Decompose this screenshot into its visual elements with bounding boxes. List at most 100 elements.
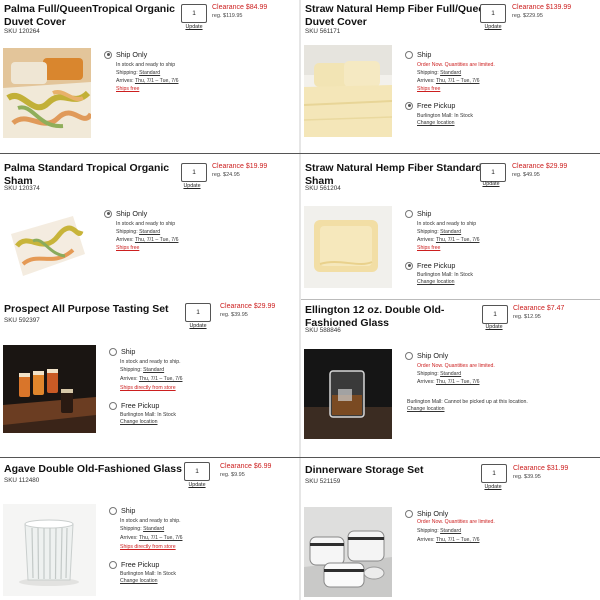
ship-option[interactable]: Ship Only: [104, 209, 147, 218]
arrival-window: Arrives: Thu, 7/1 – Tue, 7/6: [417, 78, 480, 84]
product-image[interactable]: [3, 48, 91, 138]
radio-selected-icon[interactable]: [104, 50, 112, 59]
quantity-input[interactable]: 1: [181, 4, 207, 23]
quantity-input[interactable]: 1: [181, 163, 207, 182]
pickup-option[interactable]: Free Pickup: [109, 401, 159, 410]
product-title[interactable]: Prospect All Purpose Tasting Set: [4, 303, 169, 316]
change-location-link[interactable]: Change location: [407, 406, 445, 413]
quantity-input[interactable]: 1: [184, 462, 210, 481]
radio-unselected-icon[interactable]: [109, 560, 117, 569]
ships-note[interactable]: Ships free: [116, 86, 139, 93]
quantity-input[interactable]: 1: [480, 163, 506, 182]
arrival-dates-link[interactable]: Thu, 7/1 – Tue, 7/6: [139, 535, 183, 541]
update-link[interactable]: Update: [474, 324, 514, 330]
product-image[interactable]: [304, 45, 392, 137]
ship-label: Ship: [417, 209, 432, 218]
product-image[interactable]: [304, 206, 392, 288]
product-image[interactable]: [3, 504, 96, 596]
cart-item-palma-sham: Palma Standard Tropical Organic Sham SKU …: [0, 159, 300, 299]
ship-option[interactable]: Ship Only: [405, 509, 448, 518]
product-sku: SKU 561171: [305, 28, 341, 35]
cart-item-agave-glass: Agave Double Old-Fashioned Glass SKU 112…: [0, 459, 300, 600]
radio-unselected-icon[interactable]: [405, 351, 413, 360]
clearance-price: Clearance $29.99: [220, 303, 276, 310]
ships-note[interactable]: Ships directly from store: [120, 385, 176, 392]
ships-note[interactable]: Ships free: [417, 245, 440, 252]
radio-unselected-icon[interactable]: [109, 347, 117, 356]
arrival-dates-link[interactable]: Thu, 7/1 – Tue, 7/6: [436, 78, 480, 84]
update-link[interactable]: Update: [178, 323, 218, 329]
shipping-method-link[interactable]: Standard: [440, 371, 461, 377]
update-link[interactable]: Update: [172, 183, 212, 189]
shipping-method-link[interactable]: Standard: [143, 526, 164, 532]
radio-unselected-icon[interactable]: [405, 209, 413, 218]
arrival-dates-link[interactable]: Thu, 7/1 – Tue, 7/6: [139, 376, 183, 382]
update-link[interactable]: Update: [473, 24, 513, 30]
pickup-option[interactable]: Free Pickup: [405, 101, 455, 110]
quantity-input[interactable]: 1: [481, 464, 507, 483]
clearance-price: Clearance $19.99: [212, 163, 268, 170]
change-location-link[interactable]: Change location: [417, 120, 455, 127]
ship-option[interactable]: Ship: [109, 347, 135, 356]
ship-option[interactable]: Ship: [405, 209, 431, 218]
arrival-window: Arrives: Thu, 7/1 – Tue, 7/6: [417, 537, 480, 543]
product-title[interactable]: Agave Double Old-Fashioned Glass: [4, 463, 182, 476]
pickup-status: Burlington Mall: Cannot be picked up at …: [407, 399, 528, 405]
shipping-method-link[interactable]: Standard: [143, 367, 164, 373]
arrival-dates-link[interactable]: Thu, 7/1 – Tue, 7/6: [436, 537, 480, 543]
shipping-method-link[interactable]: Standard: [139, 229, 160, 235]
update-link[interactable]: Update: [471, 181, 511, 187]
product-image[interactable]: [3, 206, 91, 286]
radio-unselected-icon[interactable]: [109, 401, 117, 410]
radio-selected-icon[interactable]: [405, 261, 413, 270]
change-location-link[interactable]: Change location: [120, 419, 158, 426]
ship-option[interactable]: Ship Only: [104, 50, 147, 59]
radio-unselected-icon[interactable]: [405, 50, 413, 59]
ship-option[interactable]: Ship: [405, 50, 431, 59]
arrival-dates-link[interactable]: Thu, 7/1 – Tue, 7/6: [436, 237, 480, 243]
radio-selected-icon[interactable]: [104, 209, 112, 218]
shipping-method: Shipping: Standard: [116, 70, 161, 76]
radio-selected-icon[interactable]: [405, 101, 413, 110]
arrival-dates-link[interactable]: Thu, 7/1 – Tue, 7/6: [436, 379, 480, 385]
quantity-input[interactable]: 1: [480, 4, 506, 23]
ship-status: In stock and ready to ship: [417, 221, 477, 227]
update-link[interactable]: Update: [174, 24, 214, 30]
product-title[interactable]: Ellington 12 oz. Double Old- Fashioned Gl…: [305, 304, 444, 329]
update-link[interactable]: Update: [473, 484, 513, 490]
pickup-status: Burlington Mall: In Stock: [417, 113, 473, 119]
ship-label: Ship: [121, 347, 136, 356]
product-sku: SKU 120264: [4, 28, 40, 35]
quantity-input[interactable]: 1: [185, 303, 211, 322]
ships-note[interactable]: Ships directly from store: [120, 544, 176, 551]
product-image[interactable]: [304, 349, 392, 439]
product-image[interactable]: [3, 345, 96, 433]
shipping-method-link[interactable]: Standard: [139, 70, 160, 76]
product-title[interactable]: Palma Standard Tropical Organic Sham: [4, 162, 169, 187]
product-title[interactable]: Straw Natural Hemp Fiber Standard Sham: [305, 162, 482, 187]
ship-option[interactable]: Ship: [109, 506, 135, 515]
arrival-dates-link[interactable]: Thu, 7/1 – Tue, 7/6: [135, 78, 179, 84]
shipping-method-link[interactable]: Standard: [440, 528, 461, 534]
update-link[interactable]: Update: [177, 482, 217, 488]
pickup-label: Free Pickup: [121, 560, 160, 569]
pickup-option[interactable]: Free Pickup: [405, 261, 455, 270]
shipping-method: Shipping: Standard: [417, 70, 462, 76]
change-location-link[interactable]: Change location: [417, 279, 455, 286]
product-title[interactable]: Straw Natural Hemp Fiber Full/Queen Duvet…: [305, 3, 491, 28]
shipping-method-link[interactable]: Standard: [440, 229, 461, 235]
product-title[interactable]: Dinnerware Storage Set: [305, 464, 423, 477]
product-title[interactable]: Palma Full/QueenTropical Organic Duvet Co…: [4, 3, 175, 28]
shipping-method-link[interactable]: Standard: [440, 70, 461, 76]
pickup-option[interactable]: Free Pickup: [109, 560, 159, 569]
cart-item-dinnerware-storage: Dinnerware Storage Set SKU 521159 1 Upda…: [301, 459, 600, 600]
ships-note[interactable]: Ships free: [116, 245, 139, 252]
ship-option[interactable]: Ship Only: [405, 351, 448, 360]
quantity-input[interactable]: 1: [482, 305, 508, 324]
radio-unselected-icon[interactable]: [405, 509, 413, 518]
ships-note[interactable]: Ships free: [417, 86, 440, 93]
change-location-link[interactable]: Change location: [120, 578, 158, 585]
product-image[interactable]: [304, 507, 392, 597]
arrival-dates-link[interactable]: Thu, 7/1 – Tue, 7/6: [135, 237, 179, 243]
radio-unselected-icon[interactable]: [109, 506, 117, 515]
